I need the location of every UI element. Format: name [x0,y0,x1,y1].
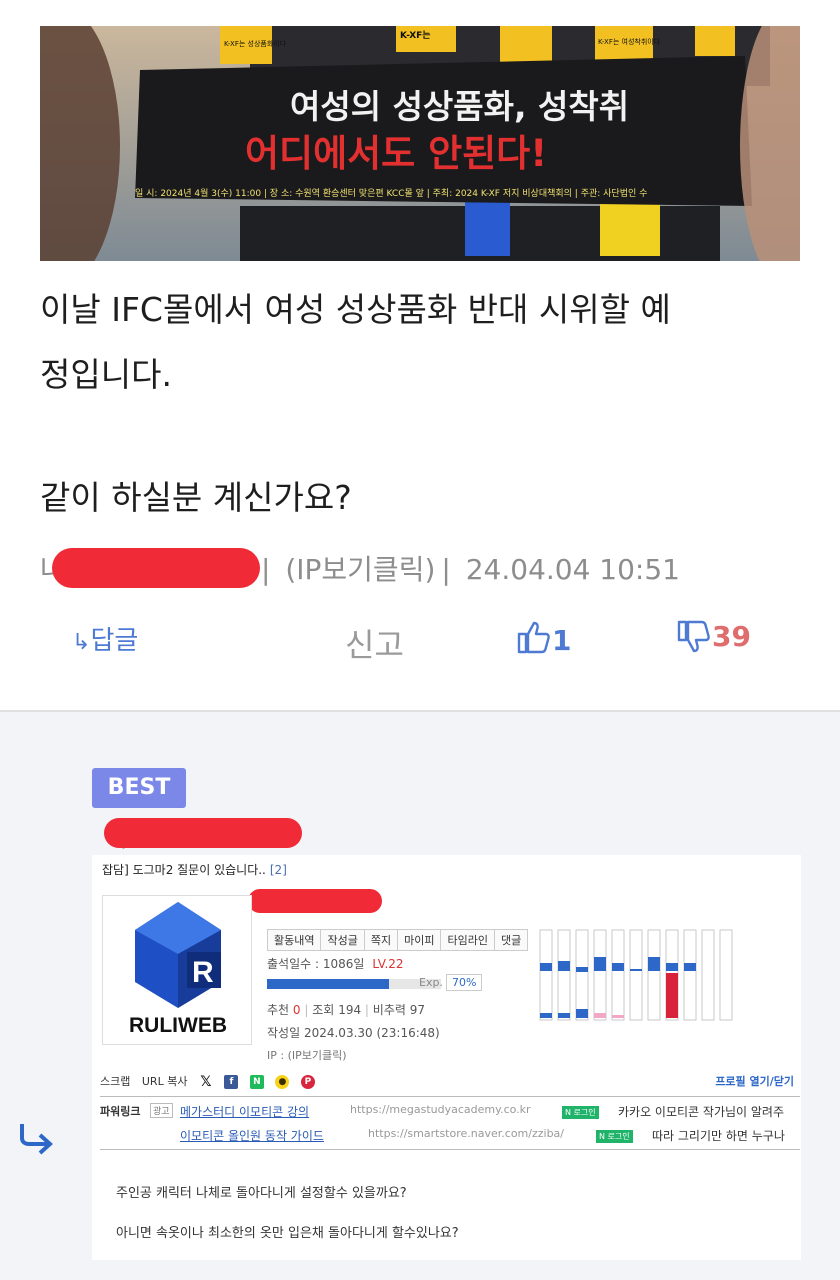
post-image: 여성의 성상품화, 성착취 어디에서도 안된다! 일 시: 2024년 4월 3… [40,26,800,261]
redaction-mark [248,889,382,913]
banner-info: 일 시: 2024년 4월 3(수) 11:00 | 장 소: 수원역 환승센터… [135,187,647,199]
tab-timeline: 타임라인 [440,929,495,951]
ruliweb-cube-icon: R [135,902,221,1008]
tab-activity: 활동내역 [267,929,322,951]
tab-messages: 쪽지 [363,929,399,951]
recommend-count: 0 [292,1003,301,1017]
protest-photo: 여성의 성상품화, 성착취 어디에서도 안된다! 일 시: 2024년 4월 3… [40,26,800,261]
written-label: 작성일 [267,1026,301,1040]
reply-indent-icon [20,1124,53,1155]
tab-posts: 작성글 [320,929,365,951]
attendance-days: 출석일수 : 1086일 [267,957,365,971]
pinterest-share-icon[interactable]: P [300,1075,315,1089]
sign-left: K-XF는 성상품화이다 [224,39,287,48]
share-divider [100,1096,800,1097]
ad-title-1[interactable]: 메가스터디 이모티콘 강의 [180,1103,309,1120]
ad-url-2[interactable]: https://smartstore.naver.com/zziba/ [368,1127,564,1140]
ad-row-2: 이모티콘 올인원 동작 가이드 https://smartstore.naver… [100,1127,800,1147]
post-datetime: 24.04.04 10:51 [465,553,680,586]
ad-divider [100,1149,800,1150]
share-bar: 스크랩 URL 복사 𝕏 f N ● P 프로필 열기/닫기 [100,1073,800,1095]
best-badge: BEST [92,768,186,808]
scrap-button[interactable]: 스크랩 [100,1075,130,1088]
kakao-share-icon[interactable]: ● [275,1075,290,1089]
x-share-icon[interactable]: 𝕏 [199,1075,213,1089]
user-level: LV.22 [372,957,404,971]
profile-toggle-link[interactable]: 프로필 열기/닫기 [715,1073,794,1089]
written-line: 작성일 2024.03.30 (23:16:48) [267,1024,440,1041]
shot-title-text: 잡담] 도그마2 질문이 있습니다.. [102,863,266,877]
tab-mypi: 마이피 [397,929,442,951]
post-body-line1: 이날 IFC몰에서 여성 성상품화 반대 시위할 예 [40,290,671,329]
ad-url-1[interactable]: https://megastudyacademy.co.kr [350,1103,531,1116]
post-body-line3: 같이 하실분 계신가요? [40,478,352,517]
ad-label: 파워링크 [100,1105,141,1118]
redaction-mark [52,548,260,588]
exp-bar [267,979,441,989]
ip-line: IP : (IP보기클릭) [267,1047,347,1063]
exp-bar-fill [267,979,389,989]
thumbs-up-icon [517,621,550,654]
exp-percent: 70% [445,974,483,991]
attendance-line: 출석일수 : 1086일 LV.22 [267,955,404,972]
banner-line1: 여성의 성상품화, 성착취 [290,87,629,126]
ip-link[interactable]: (IP보기클릭) [285,553,435,586]
counts-line: 추천 0 | 조회 194 | 비추력 97 [267,1003,426,1017]
svg-text:R: R [192,956,214,989]
thumbs-down-icon [677,620,710,653]
naver-share-icon[interactable]: N [249,1075,264,1089]
like-count: 1 [552,624,572,657]
redaction-mark [104,818,302,848]
ad-login-badge-1: N 로그인 [562,1106,599,1119]
ip-value: (IP보기클릭) [287,1049,347,1062]
ad-tag: 광고 [150,1103,173,1118]
reply-button[interactable]: ↳답글 [72,620,138,660]
profile-tabs: 활동내역 작성글 쪽지 마이피 타임라인 댓글 [267,929,529,951]
dislike-button[interactable]: 39 [676,620,751,660]
dislike-count: 39 [712,620,751,653]
written-date: 2024.03.30 (23:16:48) [303,1026,440,1040]
reply-label: 답글 [90,626,139,656]
tab-comments: 댓글 [493,929,529,951]
views-label: 조회 [312,1003,335,1017]
nonrec-count: 97 [409,1003,426,1017]
exp-label: Exp. 70% [419,974,483,991]
ad-login-badge-2: N 로그인 [596,1130,633,1143]
ruliweb-wordmark: RULIWEB [129,1014,227,1037]
meta-separator: | [441,553,451,586]
ad-row-1: 파워링크 광고 메가스터디 이모티콘 강의 https://megastudya… [100,1103,800,1123]
views-count: 194 [338,1003,362,1017]
reply-arrow-icon: ↳ [72,630,91,655]
ip-label: IP : [267,1049,285,1062]
like-button[interactable]: 1 [516,620,571,660]
shot-reply-count: [2] [269,863,287,877]
url-copy-button[interactable]: URL 복사 [142,1075,188,1088]
sign-center: K-XF는 [400,30,431,41]
post-body-line2: 정입니다. [40,355,172,394]
activity-chart [539,929,733,1021]
meta-separator: | [261,553,271,586]
ad-desc-2: 따라 그리기만 하면 누구나 [652,1129,785,1143]
comment-image: 잡담] 도그마2 질문이 있습니다..[2] 나 R RULIWEB 활동내역 … [92,855,801,1260]
nonrec-label: 비추력 [372,1003,406,1017]
sign-right: K-XF는 여성착취이다 [598,37,661,46]
recommend-label: 추천 [267,1003,290,1017]
shot-body-line1: 주인공 캐릭터 나체로 돌아다니게 설정할수 있을까요? [116,1186,407,1201]
ad-desc-1: 카카오 이모티콘 작가님이 알려주 [618,1105,785,1119]
shot-body-line2: 아니면 속옷이나 최소한의 옷만 입은채 돌아다니게 할수있나요? [116,1226,459,1241]
ruliweb-logo: R RULIWEB [102,895,252,1045]
exp-text: Exp. [419,976,443,989]
shot-post-title: 잡담] 도그마2 질문이 있습니다.. [2] [102,861,287,878]
report-button[interactable]: 신고 [345,620,404,664]
facebook-share-icon[interactable]: f [224,1075,239,1089]
banner-line2: 어디에서도 안된다! [245,132,547,175]
ad-title-2[interactable]: 이모티콘 올인원 동작 가이드 [180,1127,324,1144]
